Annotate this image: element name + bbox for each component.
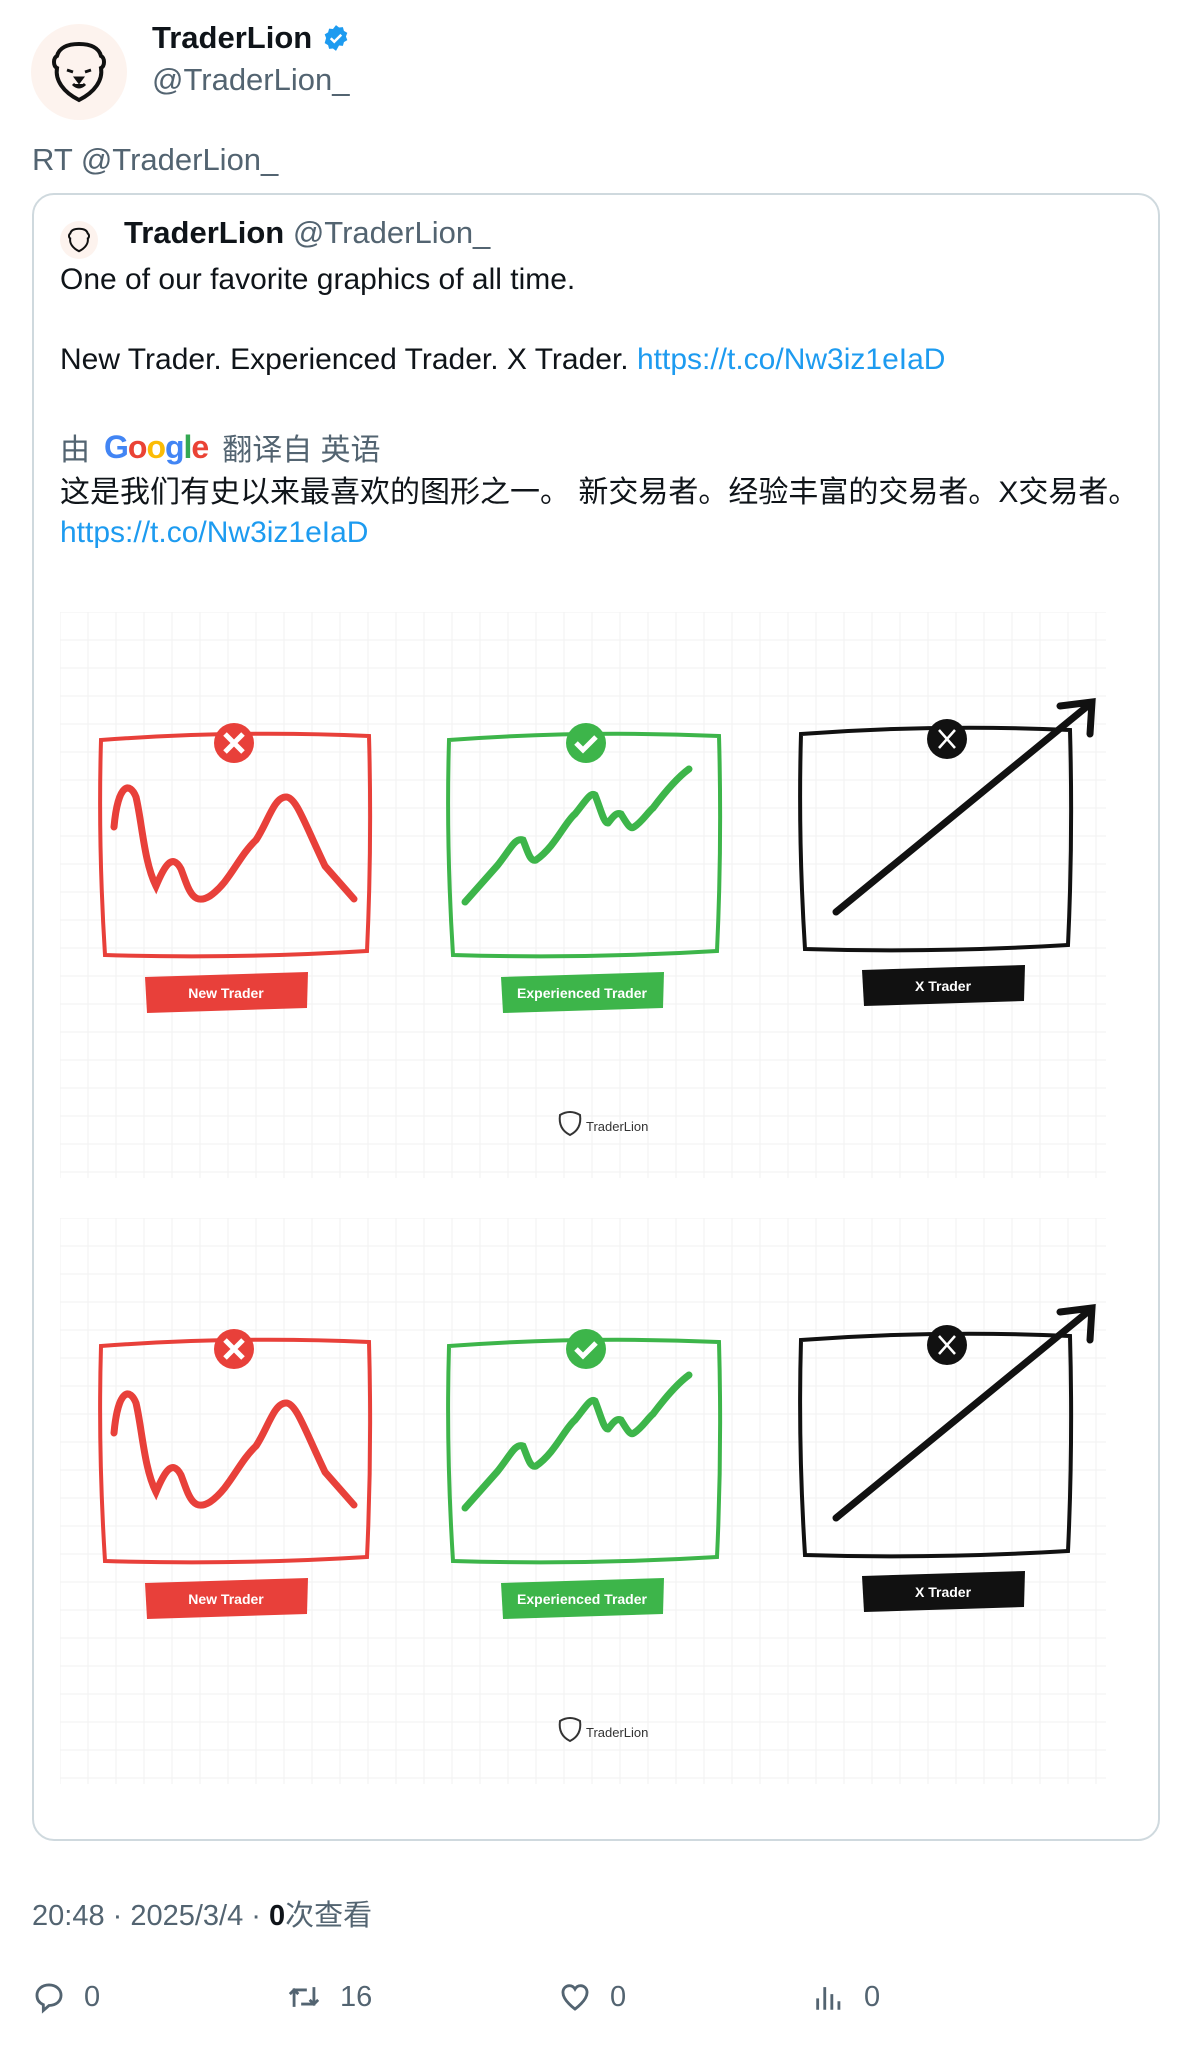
tweet-meta: 20:48 · 2025/3/4 · 0次查看 (32, 1900, 373, 1932)
tweet-link[interactable]: https://t.co/Nw3iz1eIaD (637, 343, 945, 376)
verified-badge-icon (324, 25, 348, 51)
experienced-trader-label: Experienced Trader (517, 1591, 648, 1607)
retweet-button[interactable]: 16 (286, 1980, 372, 2014)
new-trader-frame (98, 731, 373, 959)
check-circle-icon (566, 1329, 606, 1369)
quoted-tweet[interactable]: TraderLion @TraderLion_ One of our favor… (32, 193, 1160, 1841)
new-trader-label: New Trader (188, 985, 264, 1001)
new-trader-line (110, 784, 358, 903)
graphic-image-2[interactable]: New Trader Experienced Trader X Trader T… (59, 1217, 1106, 1789)
translated-link[interactable]: https://t.co/Nw3iz1eIaD (60, 516, 368, 549)
x-trader-frame (798, 725, 1074, 953)
quoted-author[interactable]: TraderLion @TraderLion_ (124, 215, 490, 251)
new-trader-label: New Trader (188, 1591, 264, 1607)
quoted-text-line1: One of our favorite graphics of all time… (60, 263, 576, 296)
x-trader-label: X Trader (915, 978, 972, 994)
experienced-trader-frame (446, 1337, 723, 1565)
trader-comparison-graphic: New Trader Experienced Trader X Trader T… (59, 611, 1106, 1178)
avatar[interactable] (31, 24, 127, 120)
experienced-trader-label: Experienced Trader (517, 985, 648, 1001)
author-handle[interactable]: @TraderLion_ (152, 62, 349, 98)
views-button[interactable]: 0 (812, 1980, 880, 2014)
lion-logo-icon (68, 227, 90, 253)
watermark-lion-icon (558, 1717, 582, 1743)
quoted-avatar[interactable] (60, 221, 98, 259)
trader-comparison-graphic: New Trader Experienced Trader X Trader T… (59, 1217, 1106, 1784)
x-trader-frame (798, 1331, 1074, 1559)
author-name[interactable]: TraderLion (152, 20, 350, 56)
retweet-label: RT @TraderLion_ (32, 142, 279, 177)
watermark-lion-icon (558, 1111, 582, 1137)
translation-attribution: 由 Google 翻译自 英语 (60, 428, 381, 468)
retweet-icon (288, 1987, 320, 2007)
like-button[interactable]: 0 (558, 1980, 626, 2014)
experienced-trader-frame (446, 731, 723, 959)
like-icon (561, 1984, 589, 2011)
watermark-text: TraderLion (586, 1725, 648, 1740)
new-trader-frame (98, 1337, 373, 1565)
reply-icon (35, 1983, 63, 2014)
check-circle-icon (566, 723, 606, 763)
views-icon (816, 1987, 841, 2010)
reply-button[interactable]: 0 (32, 1980, 100, 2014)
new-trader-line (110, 1390, 358, 1509)
watermark-text: TraderLion (586, 1119, 648, 1134)
google-logo: Google (104, 428, 209, 465)
x-trader-label: X Trader (915, 1584, 972, 1600)
lion-logo-icon (52, 41, 106, 103)
graphic-image-1[interactable]: New Trader Experienced Trader X Trader T… (59, 611, 1106, 1183)
quoted-text-line2: New Trader. Experienced Trader. X Trader… (60, 343, 946, 376)
translated-text: 这是我们有史以来最喜欢的图形之一。 新交易者。经验丰富的交易者。X交易者。htt… (60, 476, 1139, 549)
